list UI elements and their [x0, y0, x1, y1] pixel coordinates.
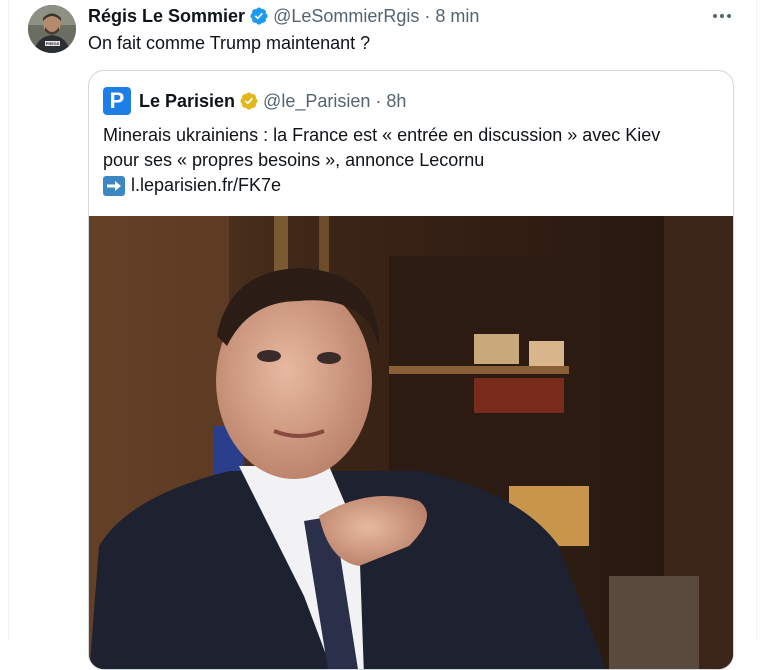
quoted-link[interactable]: l.leparisien.fr/FK7e [131, 173, 281, 198]
quoted-text-line-2: pour ses « propres besoins », annonce Le… [103, 150, 485, 170]
timeline-border-right [756, 0, 757, 640]
quoted-text-line-1: Minerais ukrainiens : la France est « en… [103, 125, 661, 145]
verified-badge-icon [239, 91, 259, 111]
quoted-author-handle[interactable]: @le_Parisien [263, 91, 370, 112]
quoted-author-name[interactable]: Le Parisien [139, 91, 235, 112]
quoted-tweet-photo[interactable] [89, 216, 733, 669]
tweet-text: On fait comme Trump maintenant ? [88, 33, 371, 53]
verified-badge-icon [249, 6, 269, 26]
tweet-timestamp[interactable]: 8 min [435, 6, 479, 27]
quoted-tweet-header: P Le Parisien @le_Parisien · 8h [103, 87, 406, 115]
more-options-icon[interactable] [708, 6, 736, 26]
separator-dot: · [424, 5, 431, 26]
timeline-border-left [8, 0, 9, 640]
logo-letter: P [109, 88, 125, 113]
tweet-header: Régis Le Sommier @LeSommierRgis · 8 min [88, 4, 479, 28]
arrow-right-emoji-icon [103, 175, 125, 196]
author-handle[interactable]: @LeSommierRgis [273, 6, 419, 27]
quoted-tweet-card[interactable]: P Le Parisien @le_Parisien · 8h Minerais… [88, 70, 734, 670]
avatar-image: PRESS [28, 5, 76, 53]
photo-image [89, 216, 733, 669]
quoted-link-line: l.leparisien.fr/FK7e [103, 173, 719, 198]
separator-dot: · [375, 90, 382, 111]
author-avatar[interactable]: PRESS [28, 5, 76, 53]
quoted-tweet-text: Minerais ukrainiens : la France est « en… [103, 123, 719, 198]
quoted-tweet-timestamp[interactable]: 8h [386, 91, 406, 112]
author-name[interactable]: Régis Le Sommier [88, 6, 245, 27]
avatar-press-text: PRESS [46, 41, 60, 46]
le-parisien-logo[interactable]: P [103, 87, 131, 115]
